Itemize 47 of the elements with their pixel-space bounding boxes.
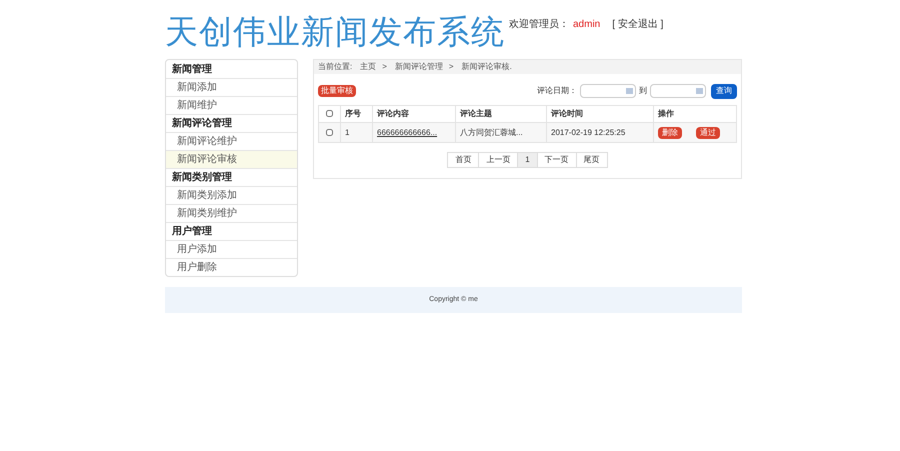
sidebar-group-title: 新闻类别管理	[166, 168, 297, 186]
column-header: 操作	[658, 109, 674, 118]
table-cell: 2017-02-19 12:25:25	[551, 128, 626, 136]
breadcrumb-separator: >	[448, 61, 454, 73]
date-label: 评论日期：	[537, 85, 577, 97]
column-header: 评论主题	[460, 109, 492, 118]
breadcrumb-separator: >	[382, 61, 387, 73]
sidebar-item[interactable]: 用户删除	[166, 258, 297, 276]
table-cell: 八方同贺汇蓉城...	[460, 128, 523, 136]
page-link[interactable]: 首页	[447, 152, 480, 168]
page-link[interactable]: 1	[518, 152, 538, 168]
row-checkbox[interactable]	[326, 128, 333, 136]
column-header: 序号	[345, 109, 361, 118]
column-header: 评论时间	[551, 109, 583, 118]
sidebar-item[interactable]: 新闻维护	[166, 96, 297, 114]
breadcrumb-label: 当前位置:	[318, 61, 352, 73]
page-link[interactable]: 下一页	[538, 152, 577, 168]
sidebar-group-title: 用户管理	[166, 222, 297, 240]
page-link[interactable]: 尾页	[576, 152, 608, 168]
calendar-icon	[696, 88, 703, 94]
batch-review-button[interactable]: 批量审核	[318, 85, 356, 97]
sidebar-group-title: 新闻评论管理	[166, 114, 297, 132]
select-all-checkbox[interactable]	[326, 110, 333, 118]
sidebar-item[interactable]: 新闻类别添加	[166, 186, 297, 204]
date-field[interactable]	[580, 84, 636, 98]
approve-button[interactable]: 通过	[696, 126, 720, 138]
user-link[interactable]: admin	[573, 17, 600, 32]
breadcrumb-link[interactable]: 新闻评论审核.	[462, 61, 512, 73]
site-title: 天创伟业新闻发布系统	[165, 12, 505, 52]
comment-link[interactable]: 666666666666...	[377, 128, 438, 136]
sidebar-group-title: 新闻管理	[171, 62, 213, 76]
sidebar-item[interactable]: 新闻添加	[166, 78, 297, 96]
search-button[interactable]: 查询	[711, 84, 737, 98]
page-link[interactable]: 上一页	[479, 152, 518, 168]
date-field[interactable]	[650, 84, 706, 98]
breadcrumb-link[interactable]: 主页	[360, 61, 376, 73]
to-label: 到	[639, 85, 647, 97]
logout-link[interactable]: [ 安全退出 ]	[612, 17, 664, 32]
welcome-text: 欢迎管理员：	[509, 18, 569, 32]
sidebar-item[interactable]: 新闻类别维护	[166, 204, 297, 222]
delete-button[interactable]: 删除	[658, 126, 682, 138]
breadcrumb-link[interactable]: 新闻评论管理	[394, 61, 443, 73]
sidebar-item[interactable]: 新闻评论审核	[166, 150, 297, 168]
sidebar-item[interactable]: 用户添加	[166, 240, 297, 258]
calendar-icon	[626, 88, 633, 94]
table-cell: 1	[345, 128, 350, 136]
column-header: 评论内容	[377, 109, 409, 118]
